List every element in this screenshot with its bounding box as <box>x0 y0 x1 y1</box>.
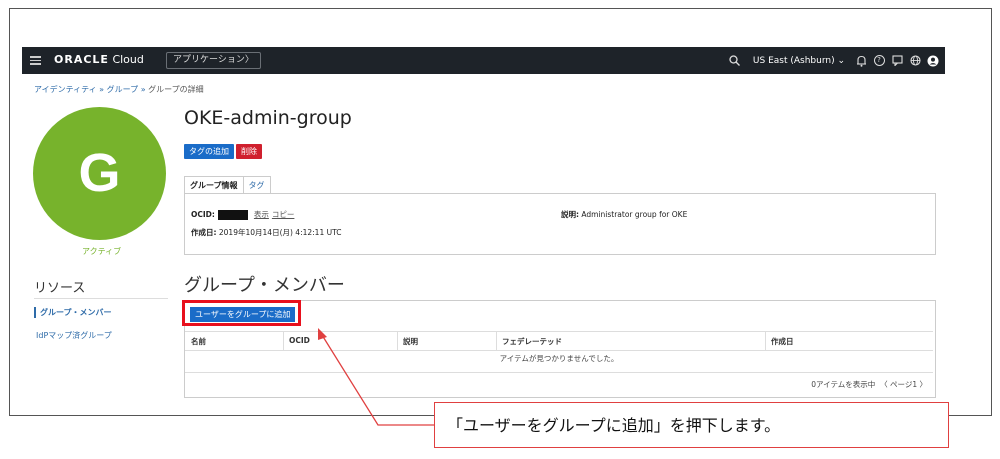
menu-icon[interactable] <box>30 54 41 67</box>
breadcrumb-identity[interactable]: アイデンティティ <box>34 85 97 94</box>
breadcrumb: アイデンティティ » グループ » グループの詳細 <box>34 85 204 94</box>
group-info-panel: OCID: 表示 コピー 作成日: 2019年10月14日(月) 4:12:11 U… <box>184 193 936 255</box>
pagination-info: 0アイテムを表示中 〈 ページ1 〉 <box>811 380 928 389</box>
resource-item-idp-mapped-groups[interactable]: IdPマップ済グループ <box>36 330 112 341</box>
add-user-to-group-button[interactable]: ユーザーをグループに追加 <box>190 307 296 322</box>
breadcrumb-groups[interactable]: グループ <box>107 85 139 94</box>
top-bar: ORACLE Cloud アプリケーション〉 US East (Ashburn)… <box>22 47 945 74</box>
resources-title: リソース <box>34 281 86 296</box>
oracle-cloud-logo[interactable]: ORACLE Cloud <box>54 53 144 66</box>
column-divider <box>496 332 497 350</box>
breadcrumb-current: グループの詳細 <box>148 85 204 94</box>
help-icon[interactable]: ? <box>873 55 885 67</box>
members-table-header: 名前 OCID 説明 フェデレーテッド 作成日 <box>185 331 933 351</box>
column-divider <box>765 332 766 350</box>
tab-tags[interactable]: タグ <box>243 176 271 193</box>
resources-divider <box>34 298 168 299</box>
pagination: 0アイテムを表示中 〈 ページ1 〉 <box>185 372 933 393</box>
show-ocid-link[interactable]: 表示 <box>254 210 269 219</box>
column-description[interactable]: 説明 <box>403 336 418 347</box>
chat-icon[interactable] <box>891 55 903 67</box>
members-title: グループ・メンバー <box>184 275 345 296</box>
region-selector[interactable]: US East (Ashburn) ⌄ <box>753 56 845 66</box>
group-avatar: G <box>33 107 166 240</box>
tab-group-info[interactable]: グループ情報 <box>184 176 244 193</box>
empty-table-message: アイテムが見つかりませんでした。 <box>499 354 619 363</box>
status-label: アクティブ <box>82 247 122 256</box>
next-page-icon[interactable]: 〉 <box>920 380 928 389</box>
prev-page-icon[interactable]: 〈 <box>880 380 888 389</box>
description-row: 説明: Administrator group for OKE <box>561 210 688 219</box>
search-icon[interactable] <box>729 55 741 67</box>
copy-ocid-link[interactable]: コピー <box>272 210 295 219</box>
add-tag-button[interactable]: タグの追加 <box>184 144 234 159</box>
bell-icon[interactable] <box>855 55 867 67</box>
column-federated[interactable]: フェデレーテッド <box>502 336 562 347</box>
column-ocid[interactable]: OCID <box>289 336 310 345</box>
instruction-callout: 「ユーザーをグループに追加」を押下します。 <box>434 402 949 448</box>
detail-tabs: グループ情報 タグ <box>184 176 271 193</box>
column-created[interactable]: 作成日 <box>771 336 794 347</box>
created-row: 作成日: 2019年10月14日(月) 4:12:11 UTC <box>191 228 342 237</box>
ocid-row: OCID: 表示 コピー <box>191 210 295 220</box>
top-bar-right: US East (Ashburn) ⌄ ? <box>729 47 939 74</box>
globe-icon[interactable] <box>909 55 921 67</box>
resource-item-group-members[interactable]: グループ・メンバー <box>34 307 112 318</box>
column-divider <box>397 332 398 350</box>
user-icon[interactable] <box>927 55 939 67</box>
applications-button[interactable]: アプリケーション〉 <box>166 52 261 69</box>
column-divider <box>283 332 284 350</box>
delete-button[interactable]: 削除 <box>236 144 262 159</box>
redacted-ocid <box>217 210 248 220</box>
column-name[interactable]: 名前 <box>191 336 206 347</box>
page-title: OKE-admin-group <box>184 107 352 129</box>
